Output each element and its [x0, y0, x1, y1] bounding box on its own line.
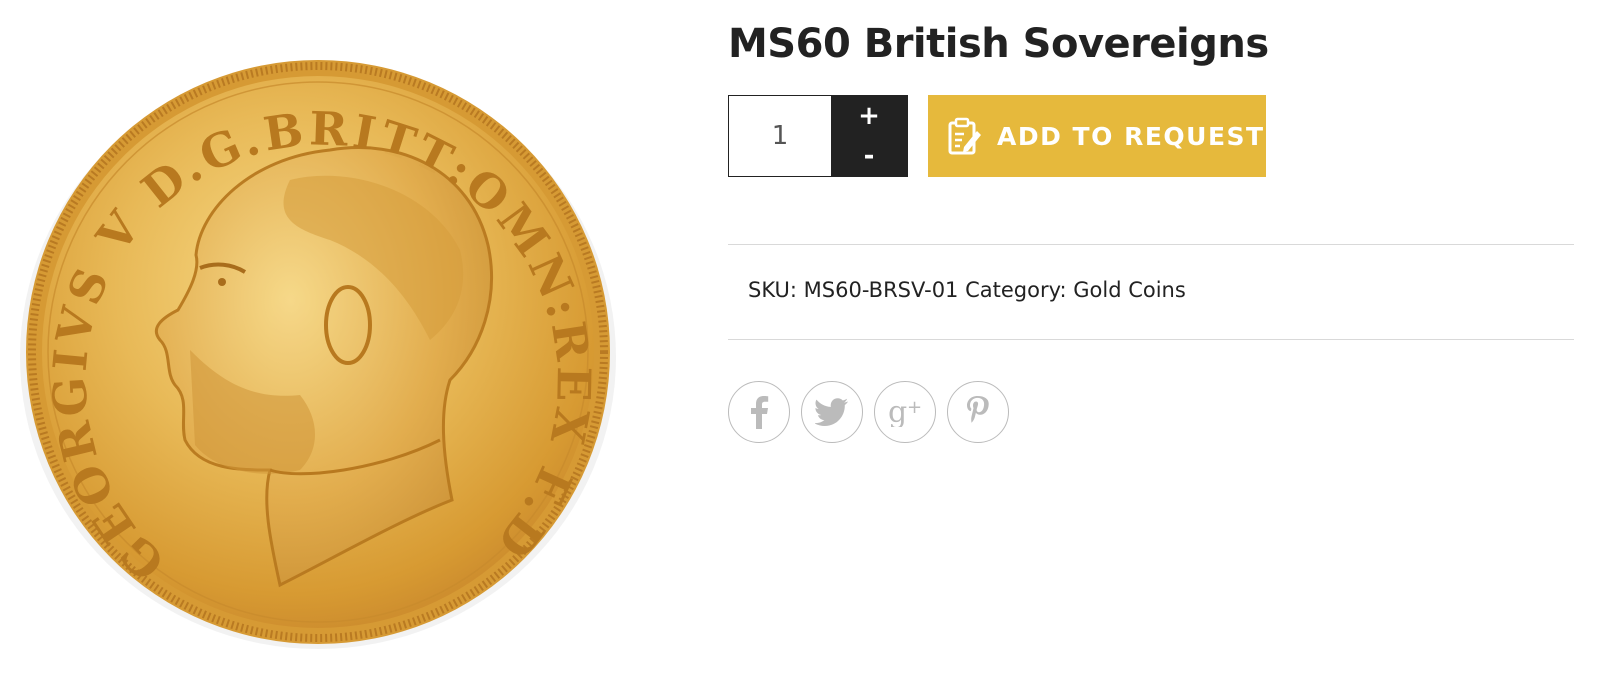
share-google-plus-button[interactable]: g +: [874, 381, 936, 443]
product-image[interactable]: GEORGIVS V D.G.BRITT:OMN:REX F.D.IND:IMP…: [0, 0, 640, 694]
google-plus-icon: g +: [888, 397, 922, 427]
quantity-input[interactable]: [729, 96, 831, 176]
pinterest-icon: [967, 396, 989, 423]
divider: [728, 339, 1574, 340]
quantity-stepper: + -: [728, 95, 908, 177]
add-to-request-button[interactable]: ADD TO REQUEST: [928, 95, 1266, 177]
product-meta: SKU: MS60-BRSV-01 Category: Gold Coins: [748, 278, 1186, 302]
share-twitter-button[interactable]: [801, 381, 863, 443]
share-buttons: g +: [728, 381, 1009, 443]
share-pinterest-button[interactable]: [947, 381, 1009, 443]
clipboard-edit-icon: [948, 117, 982, 155]
coin-image: GEORGIVS V D.G.BRITT:OMN:REX F.D.IND:IMP…: [0, 0, 616, 649]
svg-text:g: g: [888, 397, 907, 427]
divider: [728, 244, 1574, 245]
quantity-buttons: + -: [831, 96, 907, 176]
quantity-increment-button[interactable]: +: [831, 96, 907, 136]
product-title: MS60 British Sovereigns: [728, 21, 1269, 67]
product-summary: MS60 British Sovereigns + - ADD TO REQUE…: [728, 0, 1574, 694]
quantity-decrement-button[interactable]: -: [831, 136, 907, 176]
share-facebook-button[interactable]: [728, 381, 790, 443]
facebook-icon: [751, 396, 769, 429]
twitter-icon: [815, 398, 848, 426]
add-to-request-label: ADD TO REQUEST: [997, 121, 1265, 151]
svg-text:+: +: [907, 397, 922, 418]
